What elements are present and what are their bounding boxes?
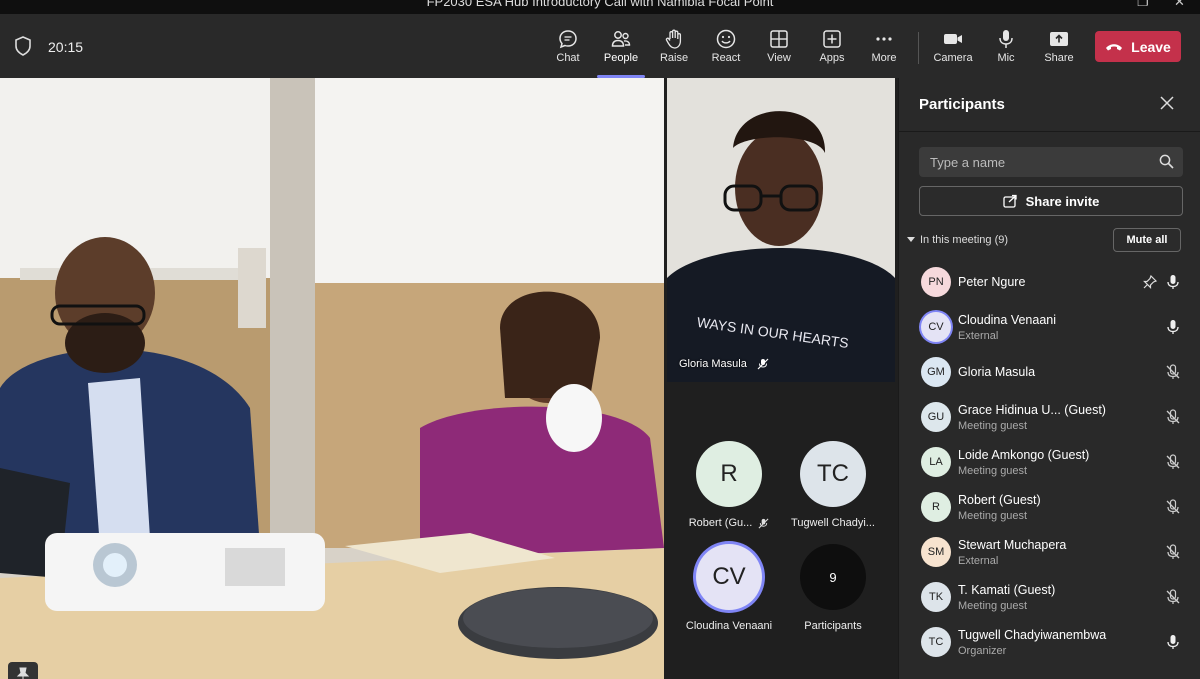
mic-icon [999, 30, 1013, 48]
mic-muted-icon[interactable] [1165, 454, 1181, 470]
share-invite-button[interactable]: Share invite [919, 186, 1183, 216]
raise-hand-button[interactable]: Raise [646, 24, 702, 72]
window-titlebar: FP2030 ESA Hub Introductory Call with Na… [0, 0, 1200, 14]
mic-icon[interactable] [1165, 319, 1181, 335]
tile-tugwell[interactable]: TC Tugwell Chadyi... [783, 441, 883, 529]
share-invite-icon [1002, 194, 1017, 208]
participant-row[interactable]: GU Grace Hidinua U... (Guest) Meeting gu… [899, 397, 1200, 442]
participants-panel: Participants Type a name Share invite In… [898, 78, 1200, 679]
mic-muted-icon [758, 518, 769, 528]
mic-muted-icon[interactable] [1165, 589, 1181, 605]
mic-icon[interactable] [1165, 274, 1181, 290]
avatar: R [921, 492, 951, 522]
video-name-tag: Gloria Masula [679, 358, 769, 370]
more-button[interactable]: More [856, 24, 912, 72]
avatar: GU [921, 402, 951, 432]
phone-hangup-icon [1106, 43, 1123, 50]
chat-icon [559, 30, 577, 49]
tile-participants-overflow[interactable]: 9 Participants [783, 544, 883, 632]
participant-row[interactable]: SM Stewart Muchapera External [899, 532, 1200, 577]
participant-list: PN Peter Ngure CV Cloudina Venaani Exter… [899, 262, 1200, 667]
participant-row[interactable]: TC Tugwell Chadyiwanembwa Organizer [899, 622, 1200, 667]
people-button[interactable]: People [593, 24, 649, 78]
mic-button[interactable]: Mic [978, 24, 1034, 72]
participant-row[interactable]: R Robert (Guest) Meeting guest [899, 487, 1200, 532]
avatar: TK [921, 582, 951, 612]
mic-muted-icon[interactable] [1165, 364, 1181, 380]
participant-video-gloria[interactable]: WAYS IN OUR HEARTS Gloria Masula [667, 78, 895, 382]
share-icon [1050, 32, 1068, 46]
mic-icon[interactable] [1165, 634, 1181, 650]
meeting-title: FP2030 ESA Hub Introductory Call with Na… [426, 0, 774, 9]
chevron-down-icon [907, 237, 915, 242]
react-button[interactable]: React [698, 24, 754, 72]
shield-icon [15, 36, 31, 56]
mic-muted-icon [757, 358, 769, 370]
share-button[interactable]: Share [1031, 24, 1087, 72]
gloria-video-image: WAYS IN OUR HEARTS [667, 78, 895, 382]
avatar: TC [921, 627, 951, 657]
panel-title: Participants [919, 96, 1005, 113]
mic-muted-icon[interactable] [1165, 499, 1181, 515]
mute-all-button[interactable]: Mute all [1113, 228, 1181, 252]
avatar: CV [696, 544, 762, 610]
participant-row[interactable]: GM Gloria Masula [899, 352, 1200, 397]
chat-button[interactable]: Chat [540, 24, 596, 72]
people-icon [611, 31, 631, 47]
participant-count-badge: 9 [800, 544, 866, 610]
camera-button[interactable]: Camera [925, 24, 981, 72]
participant-row[interactable]: PN Peter Ngure [899, 262, 1200, 307]
avatar: PN [921, 267, 951, 297]
apps-button[interactable]: Apps [804, 24, 860, 72]
pin-video-button[interactable] [8, 662, 38, 679]
leave-button[interactable]: Leave [1095, 31, 1181, 62]
participant-row[interactable]: LA Loide Amkongo (Guest) Meeting guest [899, 442, 1200, 487]
raise-hand-icon [665, 29, 682, 49]
view-button[interactable]: View [751, 24, 807, 72]
meeting-stage: WAYS IN OUR HEARTS Gloria Masula R Rober… [0, 78, 898, 679]
tile-cloudina[interactable]: CV Cloudina Venaani [679, 544, 779, 632]
room-video-feed[interactable] [0, 78, 664, 679]
avatar: CV [921, 312, 951, 342]
toolbar-divider [918, 32, 919, 64]
close-window-icon[interactable]: ✕ [1174, 0, 1185, 10]
close-icon[interactable] [1159, 95, 1175, 111]
avatar: LA [921, 447, 951, 477]
meeting-toolbar: 20:15 Chat People Raise React View Apps … [0, 14, 1200, 78]
view-icon [770, 30, 788, 48]
mic-muted-icon[interactable] [1165, 544, 1181, 560]
panel-divider [899, 131, 1200, 132]
camera-icon [944, 34, 962, 44]
react-icon [716, 29, 736, 49]
avatar: SM [921, 537, 951, 567]
avatar: GM [921, 357, 951, 387]
pin-icon[interactable] [1142, 274, 1158, 290]
mic-muted-icon[interactable] [1165, 409, 1181, 425]
pin-icon [16, 667, 30, 679]
more-icon [876, 37, 892, 41]
room-video-image [0, 78, 664, 679]
search-icon [1159, 154, 1174, 169]
participant-row[interactable]: TK T. Kamati (Guest) Meeting guest [899, 577, 1200, 622]
restore-window-icon[interactable]: ❐ [1137, 0, 1149, 10]
in-meeting-section-toggle[interactable]: In this meeting (9) [907, 234, 1008, 246]
apps-icon [823, 30, 841, 48]
search-input[interactable]: Type a name [919, 147, 1183, 177]
participant-row[interactable]: CV Cloudina Venaani External [899, 307, 1200, 352]
meeting-timer: 20:15 [48, 39, 84, 55]
tile-robert[interactable]: R Robert (Gu... [679, 441, 779, 529]
avatar: R [696, 441, 762, 507]
avatar: TC [800, 441, 866, 507]
